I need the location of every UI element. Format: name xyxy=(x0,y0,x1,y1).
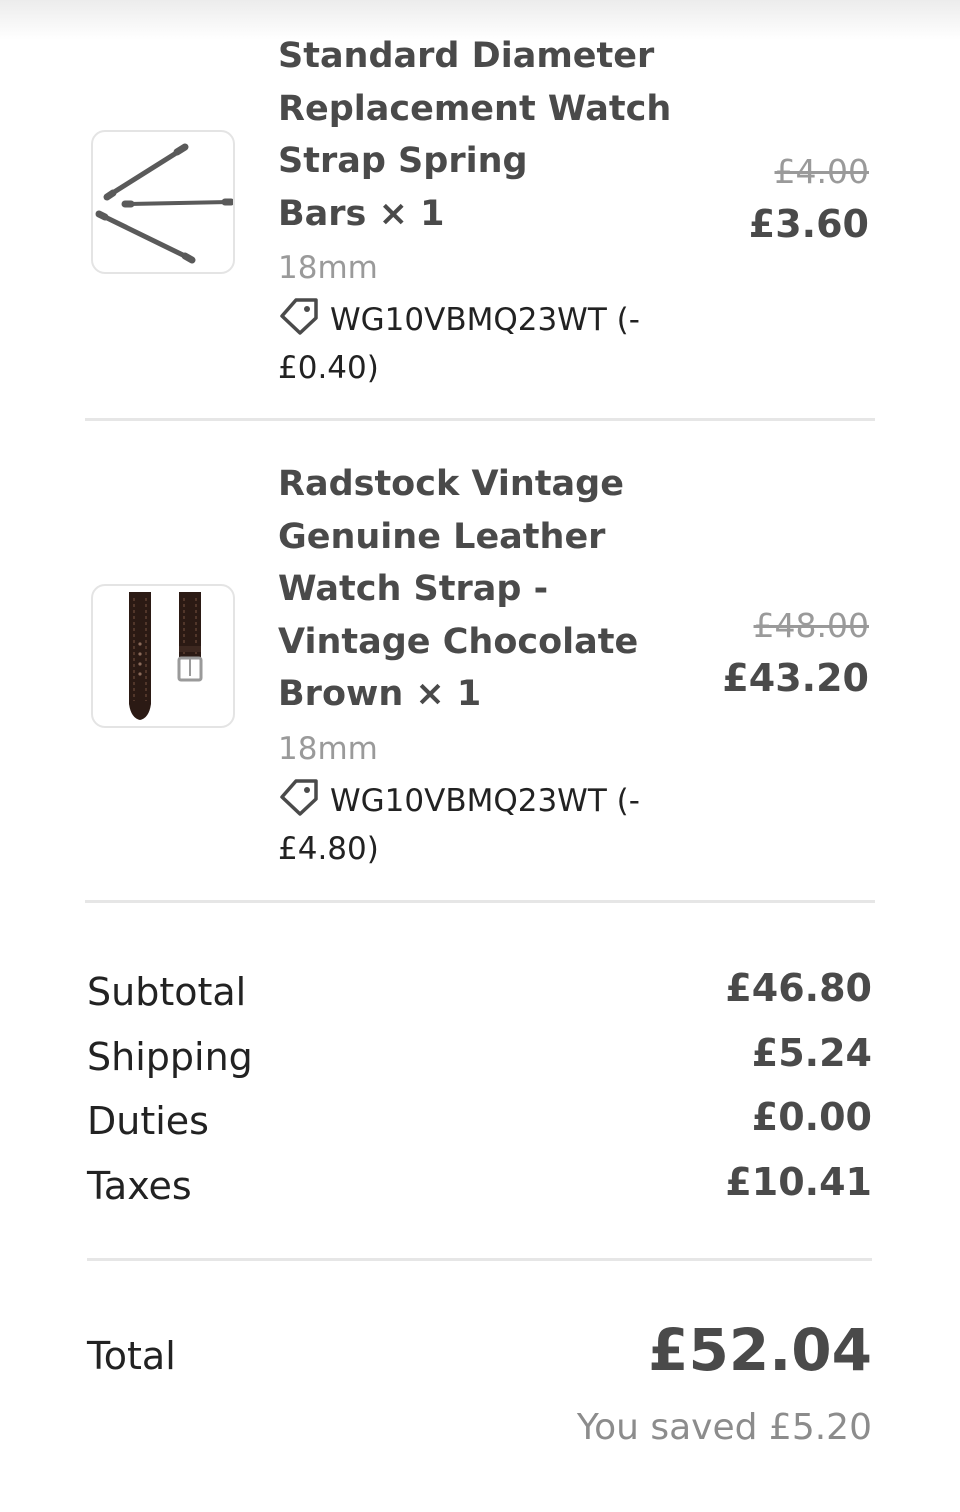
item-details: Radstock Vintage Genuine Leather Watch S… xyxy=(278,458,718,873)
tag-icon xyxy=(280,778,318,816)
duties-value: £0.00 xyxy=(751,1095,872,1139)
product-title: Radstock Vintage Genuine Leather Watch S… xyxy=(278,464,639,714)
discounted-price: £3.60 xyxy=(748,202,869,246)
discount-code: WG10VBMQ23WT (- £4.80) xyxy=(278,777,718,873)
original-price: £48.00 xyxy=(753,606,869,645)
discount-text: WG10VBMQ23WT (- £4.80) xyxy=(278,782,640,867)
product-thumbnail[interactable] xyxy=(91,584,235,728)
item-prices: £48.00 £43.20 xyxy=(722,604,869,708)
total-value: £52.04 xyxy=(648,1316,872,1384)
total-row: Total £52.04 xyxy=(87,1310,872,1390)
shipping-value: £5.24 xyxy=(751,1031,872,1075)
tag-icon xyxy=(280,298,318,335)
product-thumbnail[interactable] xyxy=(91,130,235,274)
duties-label: Duties xyxy=(87,1099,209,1143)
original-price: £4.00 xyxy=(774,152,869,191)
taxes-label: Taxes xyxy=(87,1164,192,1208)
total-label: Total xyxy=(87,1334,176,1378)
discount-code: WG10VBMQ23WT (- £0.40) xyxy=(278,296,718,392)
taxes-value: £10.41 xyxy=(725,1160,872,1204)
subtotal-value: £46.80 xyxy=(725,966,872,1010)
subtotal-label: Subtotal xyxy=(87,970,247,1014)
product-variant: 18mm xyxy=(278,250,378,286)
order-summary: Subtotal £46.80 Shipping £5.24 Duties £0… xyxy=(87,958,872,1261)
line-item: Radstock Vintage Genuine Leather Watch S… xyxy=(85,418,875,903)
shipping-row: Shipping £5.24 xyxy=(87,1023,872,1087)
discount-text: WG10VBMQ23WT (- £0.40) xyxy=(278,302,640,386)
item-details: Standard Diameter Replacement Watch Stra… xyxy=(278,30,718,392)
item-prices: £4.00 £3.60 xyxy=(749,150,869,254)
product-title: Standard Diameter Replacement Watch Stra… xyxy=(278,36,672,234)
taxes-row: Taxes £10.41 xyxy=(87,1152,872,1216)
duties-row: Duties £0.00 xyxy=(87,1087,872,1151)
product-variant: 18mm xyxy=(278,730,378,767)
savings-text: You saved £5.20 xyxy=(576,1407,872,1448)
shipping-label: Shipping xyxy=(87,1035,253,1079)
subtotal-row: Subtotal £46.80 xyxy=(87,958,872,1022)
line-item: Standard Diameter Replacement Watch Stra… xyxy=(85,0,875,421)
discounted-price: £43.20 xyxy=(722,656,869,700)
spring-bars-image xyxy=(95,143,233,264)
leather-strap-image xyxy=(129,592,203,720)
